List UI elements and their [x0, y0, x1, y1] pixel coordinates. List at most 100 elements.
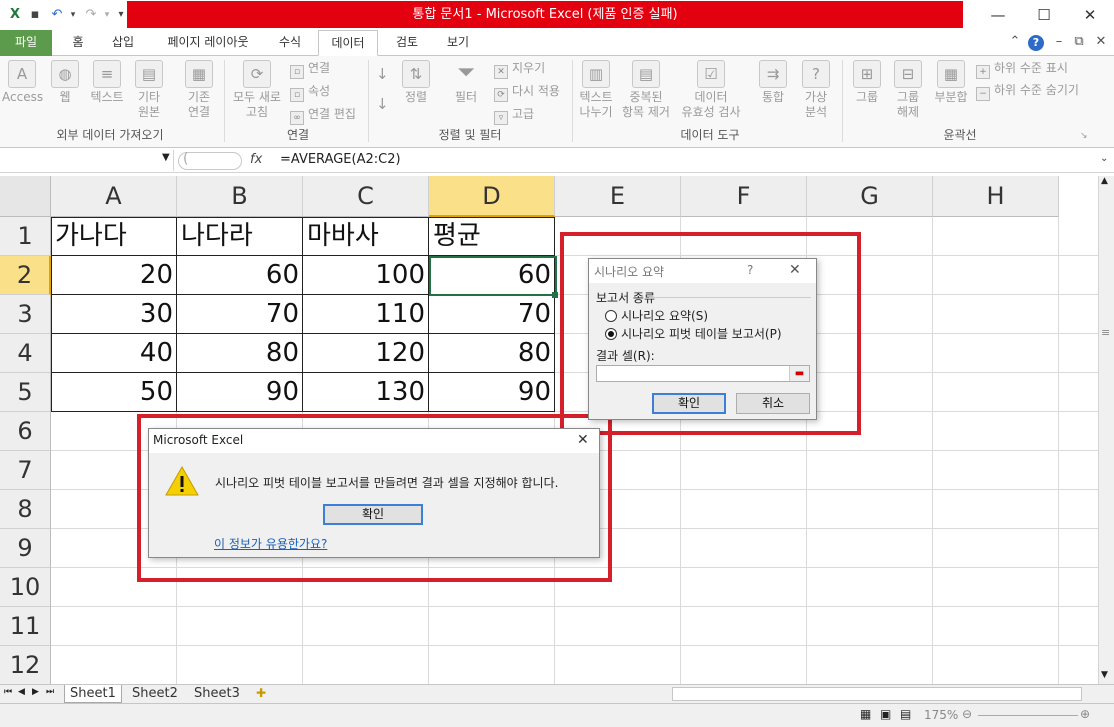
row-header-11[interactable]: 11: [0, 607, 51, 646]
column-header-a[interactable]: A: [51, 176, 177, 217]
sort-descending-button[interactable]: ↓: [376, 96, 389, 112]
minimize-button[interactable]: —: [975, 2, 1021, 28]
connections-button[interactable]: ▫ 연결: [290, 60, 330, 79]
cell-b1[interactable]: 나다라: [177, 217, 303, 256]
tab-file[interactable]: 파일: [0, 30, 52, 56]
existing-connections-button[interactable]: ▦ 기존 연결: [180, 60, 218, 120]
data-validation-button[interactable]: ☑ 데이터 유효성 검사: [676, 60, 746, 120]
cell-b2[interactable]: 60: [177, 256, 303, 295]
properties-button[interactable]: ▫ 속성: [290, 83, 330, 102]
row-header-5[interactable]: 5: [0, 373, 51, 412]
radio-pivot[interactable]: [605, 328, 617, 340]
zoom-in-icon[interactable]: ⊕: [1080, 707, 1090, 721]
tab-data[interactable]: 데이터: [318, 30, 378, 56]
name-box-dropdown-icon[interactable]: ▼: [162, 152, 170, 163]
web-button[interactable]: ◍ 웹: [48, 60, 82, 105]
page-break-view-icon[interactable]: ▤: [900, 707, 911, 721]
row-header-4[interactable]: 4: [0, 334, 51, 373]
option-scenario-pivot[interactable]: 시나리오 피벗 테이블 보고서(P): [605, 325, 782, 342]
show-detail-button[interactable]: + 하위 수준 표시: [976, 60, 1068, 79]
cell-a3[interactable]: 30: [51, 295, 177, 334]
horizontal-scrollbar[interactable]: [672, 687, 1082, 701]
column-header-f[interactable]: F: [681, 176, 807, 217]
filter-button[interactable]: ⏷ 필터: [446, 60, 486, 105]
remove-duplicates-button[interactable]: ▤ 중복된 항목 제거: [618, 60, 674, 120]
tab-page-layout[interactable]: 페이지 레이아웃: [156, 30, 260, 56]
text-import-button[interactable]: ≡ 텍스트: [86, 60, 128, 105]
resize-handle-icon[interactable]: (: [183, 151, 188, 167]
zoom-slider[interactable]: [978, 715, 1078, 716]
restore-button[interactable]: ☐: [1021, 2, 1067, 28]
column-header-d[interactable]: D: [429, 176, 555, 217]
cell-d1[interactable]: 평균: [429, 217, 555, 256]
hide-detail-button[interactable]: − 하위 수준 숨기기: [976, 82, 1079, 101]
formula-input[interactable]: =AVERAGE(A2:C2): [280, 152, 401, 167]
reapply-button[interactable]: ⟳ 다시 적용: [494, 83, 560, 102]
scroll-up-icon[interactable]: ▲: [1101, 176, 1108, 186]
feedback-link[interactable]: 이 정보가 유용한가요?: [214, 535, 327, 552]
zoom-out-icon[interactable]: ⊖: [962, 707, 972, 721]
refresh-all-button[interactable]: ⟳ 모두 새로 고침: [228, 60, 286, 120]
cell-a5[interactable]: 50: [51, 373, 177, 412]
row-header-12[interactable]: 12: [0, 646, 51, 684]
alert-ok-button[interactable]: 확인: [323, 504, 423, 525]
cell-c2[interactable]: 100: [303, 256, 429, 295]
select-all-button[interactable]: [0, 176, 51, 217]
scenario-ok-button[interactable]: 확인: [652, 393, 726, 414]
name-box[interactable]: ▼: [0, 150, 174, 171]
fill-handle[interactable]: [552, 292, 558, 298]
consolidate-button[interactable]: ⇉ 통합: [754, 60, 792, 105]
insert-sheet-icon[interactable]: ✚: [256, 686, 266, 700]
ungroup-button[interactable]: ⊟ 그룹 해제: [888, 60, 928, 120]
row-header-6[interactable]: 6: [0, 412, 51, 451]
page-layout-view-icon[interactable]: ▣: [880, 707, 891, 721]
expand-formula-bar-icon[interactable]: ⌄: [1100, 153, 1108, 164]
row-header-2[interactable]: 2: [0, 256, 51, 295]
vertical-scrollbar[interactable]: ▲ ≡ ▼: [1098, 176, 1114, 684]
tab-home[interactable]: 홈: [62, 30, 94, 56]
prev-sheet-icon[interactable]: ◀: [18, 687, 25, 697]
clear-button[interactable]: ✕ 지우기: [494, 60, 545, 79]
sort-ascending-button[interactable]: ↓: [376, 66, 389, 82]
text-to-columns-button[interactable]: ▥ 텍스트 나누기: [576, 60, 616, 120]
minimize-workbook-icon[interactable]: –: [1050, 34, 1068, 49]
row-header-10[interactable]: 10: [0, 568, 51, 607]
cell-d3[interactable]: 70: [429, 295, 555, 334]
cell-b5[interactable]: 90: [177, 373, 303, 412]
column-header-c[interactable]: C: [303, 176, 429, 217]
row-header-7[interactable]: 7: [0, 451, 51, 490]
sheet-tab-1[interactable]: Sheet1: [64, 685, 122, 703]
cell-b3[interactable]: 70: [177, 295, 303, 334]
tab-review[interactable]: 검토: [384, 30, 430, 56]
cell-a4[interactable]: 40: [51, 334, 177, 373]
cell-d5[interactable]: 90: [429, 373, 555, 412]
sheet-tab-3[interactable]: Sheet3: [194, 685, 240, 703]
subtotal-button[interactable]: ▦ 부분합: [930, 60, 972, 105]
cell-d4[interactable]: 80: [429, 334, 555, 373]
scenario-cancel-button[interactable]: 취소: [736, 393, 810, 414]
result-cells-input[interactable]: ▬: [596, 365, 810, 382]
scenario-close-icon[interactable]: ✕: [789, 262, 801, 278]
access-button[interactable]: A Access: [2, 60, 43, 105]
option-scenario-summary[interactable]: 시나리오 요약(S): [605, 307, 708, 324]
sheet-tab-2[interactable]: Sheet2: [132, 685, 178, 703]
scroll-thumb[interactable]: ≡: [1101, 326, 1110, 339]
cell-c4[interactable]: 120: [303, 334, 429, 373]
row-header-8[interactable]: 8: [0, 490, 51, 529]
cell-c3[interactable]: 110: [303, 295, 429, 334]
column-header-g[interactable]: G: [807, 176, 933, 217]
column-header-e[interactable]: E: [555, 176, 681, 217]
help-icon[interactable]: ?: [747, 263, 753, 277]
tab-insert[interactable]: 삽입: [100, 30, 146, 56]
last-sheet-icon[interactable]: ⏭: [46, 687, 54, 697]
cell-b4[interactable]: 80: [177, 334, 303, 373]
row-header-3[interactable]: 3: [0, 295, 51, 334]
sort-button[interactable]: ⇅ 정렬: [398, 60, 434, 105]
radio-summary[interactable]: [605, 310, 617, 322]
alert-close-icon[interactable]: ✕: [577, 432, 589, 448]
cell-a1[interactable]: 가나다: [51, 217, 177, 256]
cell-c5[interactable]: 130: [303, 373, 429, 412]
cell-c1[interactable]: 마바사: [303, 217, 429, 256]
restore-workbook-icon[interactable]: ⧉: [1070, 34, 1088, 49]
what-if-analysis-button[interactable]: ? 가상 분석: [796, 60, 836, 120]
